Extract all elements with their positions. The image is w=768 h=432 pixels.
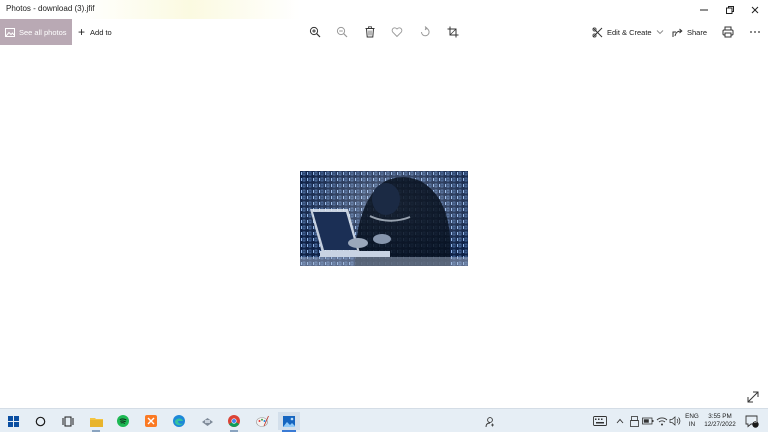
minimize-button[interactable] xyxy=(691,0,717,19)
usb-icon xyxy=(629,415,639,427)
taskbar: ENG IN 3:55 PM 12/27/2022 5 xyxy=(0,408,768,432)
wifi-icon xyxy=(656,417,668,426)
fullscreen-button[interactable] xyxy=(746,390,760,404)
more-button[interactable] xyxy=(748,25,762,39)
notification-center-button[interactable]: 5 xyxy=(741,412,763,430)
window-title: Photos - download (3).jfif xyxy=(6,4,95,13)
delete-button[interactable] xyxy=(363,25,377,39)
people-icon xyxy=(485,416,494,427)
restore-button[interactable] xyxy=(717,0,743,19)
add-to-label: Add to xyxy=(90,27,112,37)
see-all-photos-button[interactable]: See all photos xyxy=(0,19,72,45)
expand-icon xyxy=(747,391,759,403)
delete-icon xyxy=(365,26,375,38)
spotify-button[interactable] xyxy=(112,412,134,430)
usb-button[interactable] xyxy=(627,412,641,430)
chevron-down-icon xyxy=(656,30,663,35)
edit-create-button[interactable]: Edit & Create xyxy=(592,19,668,45)
photos-icon xyxy=(283,415,295,427)
rotate-button[interactable] xyxy=(418,25,432,39)
favorite-button[interactable] xyxy=(390,25,404,39)
xampp-button[interactable] xyxy=(140,412,162,430)
xampp-icon xyxy=(145,415,157,427)
photos-button[interactable] xyxy=(278,412,300,432)
file-explorer-icon xyxy=(89,417,103,427)
print-icon xyxy=(722,26,734,38)
displayed-photo[interactable] xyxy=(300,171,468,266)
share-button[interactable]: Share xyxy=(672,19,707,45)
edge-icon xyxy=(173,415,185,427)
plus-icon: + xyxy=(78,25,86,39)
task-view-button[interactable] xyxy=(57,412,79,430)
gallery-icon xyxy=(5,27,15,37)
chrome-icon xyxy=(228,415,240,427)
close-icon xyxy=(751,6,759,13)
search-icon xyxy=(35,416,45,426)
toolbar: See all photos + Add to Edit & Create Sh… xyxy=(0,19,768,45)
share-icon xyxy=(672,28,683,37)
volume-button[interactable] xyxy=(668,412,682,430)
search-button[interactable] xyxy=(29,412,51,430)
language-top: ENG xyxy=(685,413,699,420)
chevron-up-icon xyxy=(616,418,624,424)
app-icon xyxy=(201,417,213,426)
file-explorer-button[interactable] xyxy=(85,412,107,432)
keyboard-button[interactable] xyxy=(590,412,610,430)
notification-count: 5 xyxy=(754,419,757,425)
crop-button[interactable] xyxy=(446,25,460,39)
show-hidden-icons-button[interactable] xyxy=(613,412,627,430)
battery-button[interactable] xyxy=(641,412,655,430)
app-button[interactable] xyxy=(196,412,218,430)
zoom-out-icon xyxy=(336,26,348,38)
title-glow xyxy=(80,0,300,19)
zoom-in-button[interactable] xyxy=(308,25,322,39)
hacker-photo xyxy=(300,171,468,266)
language-bottom: IN xyxy=(688,421,696,428)
edit-create-label: Edit & Create xyxy=(607,27,652,37)
edge-button[interactable] xyxy=(168,412,190,430)
close-button[interactable] xyxy=(742,0,768,19)
zoom-out-button[interactable] xyxy=(335,25,349,39)
paint-icon xyxy=(255,415,269,427)
spotify-icon xyxy=(117,415,129,427)
add-to-button[interactable]: + Add to xyxy=(78,19,112,45)
print-button[interactable] xyxy=(721,25,735,39)
language-indicator[interactable]: ENG IN xyxy=(683,413,701,429)
share-label: Share xyxy=(687,27,708,37)
paint-button[interactable] xyxy=(251,412,273,430)
edit-create-icon xyxy=(592,26,603,38)
favorite-icon xyxy=(391,27,403,38)
clock-date: 12/27/2022 xyxy=(704,421,736,428)
title-bar: Photos - download (3).jfif xyxy=(0,0,768,19)
rotate-icon xyxy=(421,26,430,37)
crop-icon xyxy=(447,26,459,38)
more-icon xyxy=(750,31,760,33)
clock-time: 3:55 PM xyxy=(708,413,732,420)
task-view-icon xyxy=(62,416,74,426)
keyboard-icon xyxy=(593,416,607,426)
zoom-in-icon xyxy=(309,26,321,38)
minimize-icon xyxy=(700,9,708,10)
see-all-photos-label: See all photos xyxy=(19,27,67,37)
wifi-button[interactable] xyxy=(655,412,669,430)
battery-icon xyxy=(642,417,654,425)
chrome-button[interactable] xyxy=(223,412,245,432)
start-icon xyxy=(7,415,19,427)
restore-icon xyxy=(726,5,734,14)
people-button[interactable] xyxy=(478,412,500,430)
volume-icon xyxy=(669,416,681,426)
clock[interactable]: 3:55 PM 12/27/2022 xyxy=(702,413,738,429)
start-button[interactable] xyxy=(2,412,24,430)
